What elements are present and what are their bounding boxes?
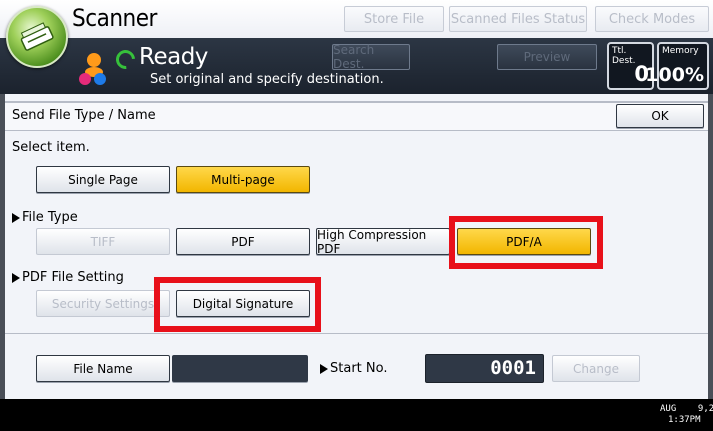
memory-value: 100% (645, 64, 704, 86)
right-triangle-icon (320, 363, 328, 374)
time-text: 1:37PM (668, 415, 701, 425)
pdf-file-setting-heading: PDF File Setting (12, 270, 124, 285)
pdf-button[interactable]: PDF (176, 228, 310, 255)
people-status-icon (76, 50, 112, 88)
preview-button[interactable]: Preview (497, 44, 597, 70)
start-no-heading: Start No. (320, 361, 387, 376)
pdf-file-setting-label: PDF File Setting (22, 270, 124, 285)
change-button[interactable]: Change (552, 355, 640, 382)
pdf-a-highlight-box (449, 216, 603, 269)
tiff-button[interactable]: TIFF (36, 228, 170, 255)
check-modes-button[interactable]: Check Modes (595, 6, 709, 32)
divider (5, 333, 708, 334)
app-title: Scanner (72, 4, 157, 32)
ready-status: Ready (139, 44, 208, 70)
memory-indicator: Memory 100% (645, 42, 709, 90)
select-item-label: Select item. (12, 140, 90, 155)
file-type-heading: File Type (12, 210, 78, 225)
file-name-value (172, 355, 308, 382)
start-no-value: 0001 (425, 354, 544, 383)
date-time-display: AUG 9,2011 1:37PM (660, 404, 713, 426)
memory-label: Memory (662, 46, 699, 56)
footer-bar (0, 399, 713, 431)
right-triangle-icon (12, 272, 20, 283)
digital-signature-highlight-box (154, 277, 321, 332)
file-name-button[interactable]: File Name (36, 355, 170, 382)
high-compression-pdf-button[interactable]: High Compression PDF (316, 228, 450, 256)
right-triangle-icon (12, 212, 20, 223)
file-type-label: File Type (22, 210, 78, 225)
scanner-app-icon (6, 6, 68, 68)
store-file-button[interactable]: Store File (344, 6, 444, 32)
security-settings-button[interactable]: Security Settings (36, 290, 170, 317)
start-no-label: Start No. (330, 361, 388, 376)
search-dest-button[interactable]: Search Dest. (332, 43, 410, 71)
date-text: AUG 9,2011 (660, 404, 713, 414)
single-page-button[interactable]: Single Page (36, 166, 170, 193)
ok-button[interactable]: OK (616, 104, 704, 128)
status-message: Set original and specify destination. (150, 72, 384, 87)
scanned-files-status-button[interactable]: Scanned Files Status (449, 6, 587, 32)
multi-page-button[interactable]: Multi-page (176, 166, 310, 193)
dialog-title: Send File Type / Name (12, 108, 156, 123)
